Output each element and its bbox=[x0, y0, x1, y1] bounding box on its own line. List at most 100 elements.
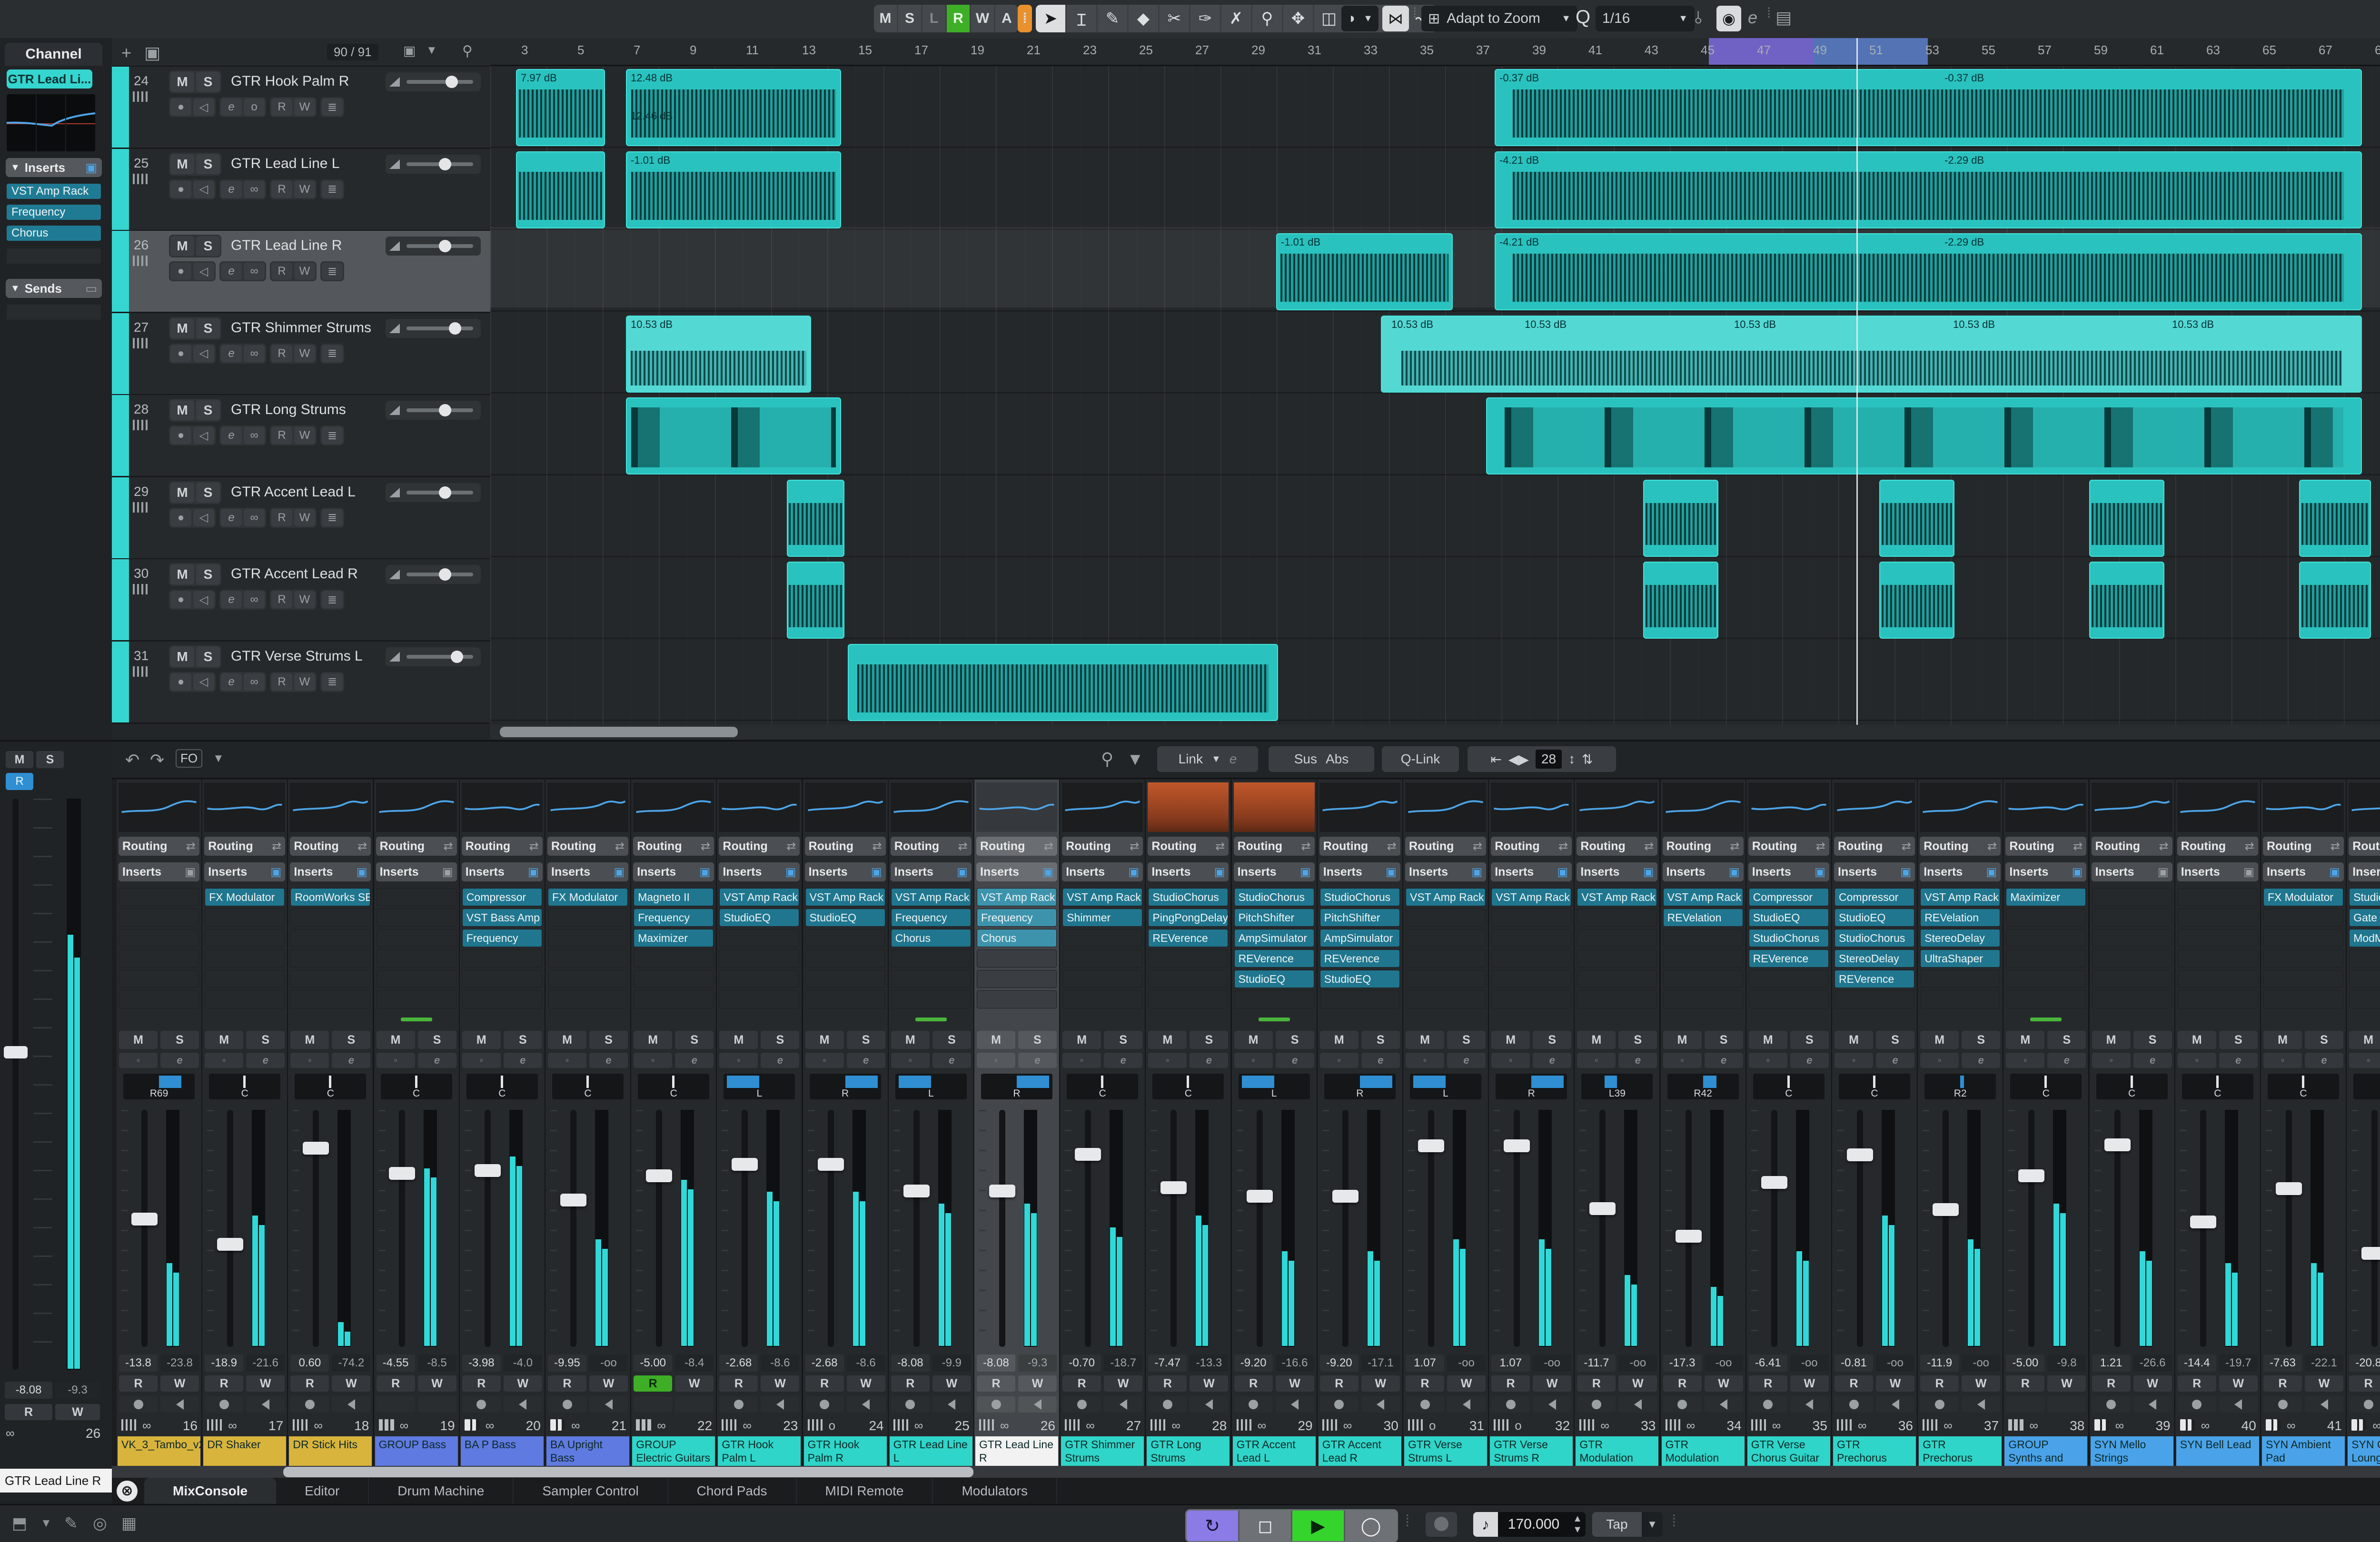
arrange-horizontal-scrollbar[interactable] bbox=[490, 725, 2380, 739]
insert-slot[interactable]: Compressor bbox=[1835, 888, 1914, 906]
write-automation-button[interactable]: W bbox=[1876, 1375, 1914, 1392]
insert-slot-empty[interactable] bbox=[205, 990, 285, 1008]
channel-name[interactable]: GTR Verse Chorus Guitar bbox=[1747, 1436, 1830, 1466]
pan-control[interactable]: C bbox=[2353, 1074, 2380, 1099]
insert-slot-empty[interactable] bbox=[205, 949, 285, 968]
mixer-horizontal-scrollbar[interactable] bbox=[112, 1466, 2380, 1478]
write-automation-icon[interactable]: W bbox=[294, 345, 315, 362]
track-options-icon[interactable]: ≣ bbox=[322, 345, 343, 362]
fader-value[interactable]: 1.07 bbox=[1491, 1354, 1530, 1372]
insert-slot-empty[interactable] bbox=[1062, 949, 1142, 968]
insert-slot-empty[interactable] bbox=[1663, 990, 1743, 1008]
channel-name[interactable]: GTR Prechorus Chords bbox=[1833, 1436, 1916, 1466]
insert-slot-empty[interactable] bbox=[719, 970, 799, 988]
inserts-rack-header[interactable]: Inserts▣ bbox=[1319, 862, 1400, 881]
read-automation-button[interactable]: R bbox=[1577, 1375, 1616, 1392]
inserts-rack-header[interactable]: Inserts▣ bbox=[1148, 862, 1229, 881]
insert-slot[interactable]: Maximizer bbox=[2006, 888, 2086, 906]
solo-button[interactable]: S bbox=[196, 400, 220, 420]
insert-slot[interactable]: VST Amp Rack bbox=[1491, 888, 1571, 906]
solo-button[interactable]: S bbox=[2047, 1031, 2086, 1049]
fader-value[interactable]: -7.63 bbox=[2263, 1354, 2302, 1372]
edit-channel-button[interactable]: e bbox=[1104, 1053, 1142, 1068]
monitor-button[interactable] bbox=[1962, 1396, 2000, 1413]
pan-control[interactable]: L39 bbox=[1581, 1074, 1653, 1099]
peak-value[interactable]: -8.4 bbox=[675, 1354, 714, 1372]
record-enable-button[interactable] bbox=[1577, 1396, 1616, 1413]
channel-name[interactable]: SYN Mello Strings bbox=[2091, 1436, 2173, 1466]
automation-m-button[interactable]: M bbox=[874, 5, 897, 32]
read-automation-icon[interactable]: R bbox=[271, 591, 292, 608]
routing-rack-header[interactable]: Routing⇄ bbox=[633, 837, 714, 856]
record-enable-button[interactable] bbox=[205, 1396, 243, 1413]
audio-event[interactable]: 12.48 dB12.46 dB bbox=[626, 69, 841, 146]
write-automation-icon[interactable]: W bbox=[294, 591, 315, 608]
insert-slot-empty[interactable] bbox=[2092, 909, 2172, 927]
read-automation-icon[interactable]: R bbox=[271, 263, 292, 280]
channel-name[interactable]: GROUP Bass bbox=[375, 1436, 458, 1466]
edit-channel-button[interactable]: e bbox=[2305, 1053, 2343, 1068]
listen-button[interactable]: ◦ bbox=[891, 1053, 930, 1068]
channel-curve-thumbnail[interactable] bbox=[2092, 782, 2172, 832]
insert-slot-empty[interactable] bbox=[119, 970, 199, 988]
peak-value[interactable]: -74.2 bbox=[332, 1354, 370, 1372]
monitor-icon[interactable]: ◁ bbox=[193, 345, 214, 362]
routing-rack-header[interactable]: Routing⇄ bbox=[719, 837, 800, 856]
mute-button[interactable]: M bbox=[377, 1031, 415, 1049]
insert-slot-empty[interactable] bbox=[805, 949, 885, 968]
peak-value[interactable]: -9.8 bbox=[2047, 1354, 2086, 1372]
insert-slot-empty[interactable] bbox=[1577, 949, 1657, 968]
mute-button[interactable]: M bbox=[170, 236, 194, 256]
mute-button[interactable]: M bbox=[170, 564, 194, 584]
fader-value[interactable]: -6.41 bbox=[1749, 1354, 1787, 1372]
pan-control[interactable]: R bbox=[981, 1074, 1052, 1099]
insert-slot-empty[interactable] bbox=[1491, 929, 1571, 947]
routing-rack-header[interactable]: Routing⇄ bbox=[1319, 837, 1400, 856]
peak-value[interactable]: -oo bbox=[1447, 1354, 1486, 1372]
track-name[interactable]: GTR Lead Line L bbox=[231, 156, 339, 172]
mute-button[interactable]: M bbox=[462, 1031, 501, 1049]
search-icon[interactable]: ⚲ bbox=[462, 43, 473, 59]
pan-control[interactable]: C bbox=[295, 1074, 366, 1099]
automation-w-button[interactable]: W bbox=[971, 5, 994, 32]
insert-slot[interactable]: AmpSimulator bbox=[1320, 929, 1400, 947]
insert-slot-empty[interactable] bbox=[7, 248, 101, 264]
monitor-icon[interactable]: ◁ bbox=[193, 509, 214, 526]
pan-control[interactable]: C bbox=[2096, 1074, 2168, 1099]
write-automation-button[interactable]: W bbox=[1276, 1375, 1314, 1392]
record-enable-icon[interactable]: ● bbox=[170, 263, 191, 280]
peak-value[interactable]: -oo bbox=[1618, 1354, 1657, 1372]
write-automation-button[interactable]: W bbox=[2305, 1375, 2343, 1392]
peak-value[interactable]: -21.6 bbox=[246, 1354, 285, 1372]
audio-event[interactable] bbox=[787, 562, 844, 639]
inserts-rack-header[interactable]: Inserts▣ bbox=[204, 862, 285, 881]
read-automation-button[interactable]: R bbox=[205, 1375, 243, 1392]
fader-value[interactable]: -8.08 bbox=[977, 1354, 1015, 1372]
audio-event[interactable] bbox=[1879, 480, 1954, 557]
record-enable-button[interactable] bbox=[462, 1396, 501, 1413]
track-row[interactable]: 30MSGTR Accent Lead R●◁e∞RW≣ bbox=[112, 559, 490, 642]
inserts-rack-header[interactable]: Inserts▣ bbox=[2349, 862, 2380, 881]
solo-button[interactable]: S bbox=[1790, 1031, 1829, 1049]
listen-button[interactable]: ◦ bbox=[2178, 1053, 2216, 1068]
read-automation-button[interactable]: R bbox=[2178, 1375, 2216, 1392]
insert-slot-empty[interactable] bbox=[2263, 909, 2343, 927]
write-automation-button[interactable]: W bbox=[1705, 1375, 1743, 1392]
fader-value[interactable]: -9.20 bbox=[1320, 1354, 1359, 1372]
write-automation-icon[interactable]: W bbox=[294, 99, 315, 116]
pan-control[interactable]: C bbox=[381, 1074, 452, 1099]
fader-groove[interactable] bbox=[1686, 1110, 1692, 1347]
pan-control[interactable]: L bbox=[1410, 1074, 1481, 1099]
listen-button[interactable]: ◦ bbox=[1148, 1053, 1187, 1068]
insert-slot[interactable]: VST Amp Rack bbox=[1062, 888, 1142, 906]
inspector-tab-channel[interactable]: Channel bbox=[5, 43, 102, 66]
edit-channel-button[interactable]: e bbox=[1618, 1053, 1657, 1068]
tab-sampler-control[interactable]: Sampler Control bbox=[514, 1478, 668, 1504]
audio-event[interactable] bbox=[516, 151, 605, 228]
insert-slot-empty[interactable] bbox=[1749, 990, 1829, 1008]
listen-button[interactable]: ◦ bbox=[1835, 1053, 1873, 1068]
solo-button[interactable]: S bbox=[1618, 1031, 1657, 1049]
fader-value[interactable]: -14.4 bbox=[2178, 1354, 2216, 1372]
fader-groove[interactable] bbox=[1085, 1110, 1091, 1347]
monitor-icon[interactable]: ◁ bbox=[193, 263, 214, 280]
